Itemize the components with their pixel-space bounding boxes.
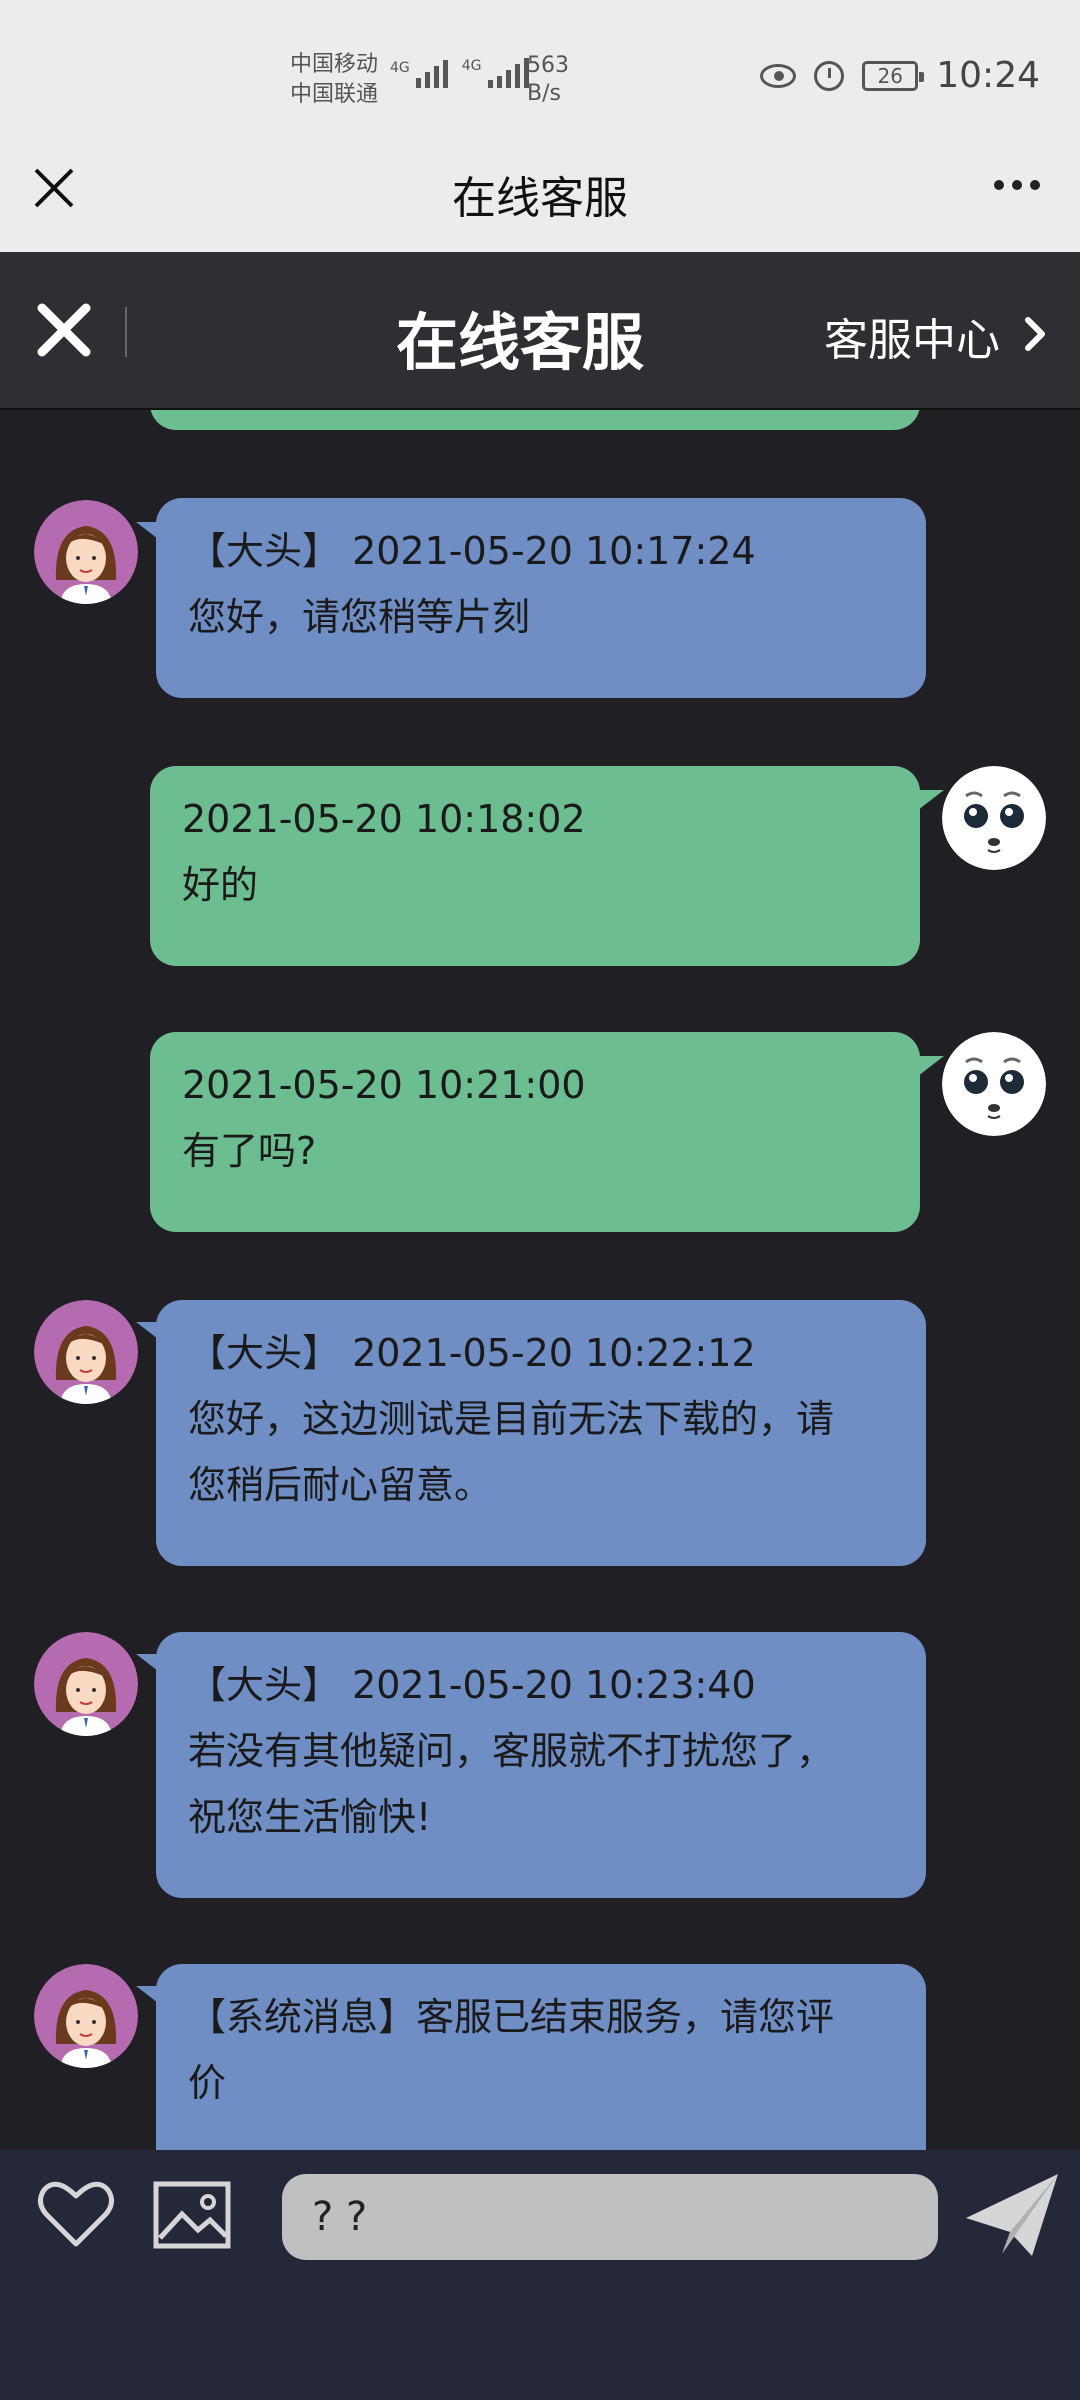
input-bar	[0, 2150, 1080, 2400]
title-bar: 在线客服	[0, 150, 1080, 252]
status-right: 26 10:24	[760, 55, 1040, 96]
message-bubble-previous	[150, 410, 920, 430]
message-header: 2021-05-20 10:21:00	[182, 1063, 586, 1107]
net-type-1: 4G	[390, 60, 410, 76]
bubble-tail	[918, 790, 944, 810]
agent-avatar	[34, 500, 138, 604]
message-input[interactable]	[282, 2174, 938, 2260]
heart-icon[interactable]	[36, 2178, 116, 2250]
carrier-info: 中国移动 中国联通	[290, 50, 378, 110]
bubble-tail	[918, 1056, 944, 1076]
message-text-line: 价	[188, 2061, 227, 2105]
message-text: 有了吗?	[182, 1129, 317, 1173]
chat-messages[interactable]: 【大头】 2021-05-20 10:17:24 您好，请您稍等片刻 2021-…	[0, 410, 1080, 2150]
agent-avatar	[34, 1300, 138, 1404]
send-icon[interactable]	[962, 2170, 1062, 2262]
page-title: 在线客服	[452, 173, 628, 224]
message-header: 【大头】 2021-05-20 10:23:40	[188, 1663, 756, 1707]
message-bubble-agent: 【大头】 2021-05-20 10:17:24 您好，请您稍等片刻	[156, 498, 926, 698]
agent-avatar	[34, 1632, 138, 1736]
user-avatar	[942, 1032, 1046, 1136]
system-message-bubble: 【系统消息】客服已结束服务，请您评 价	[156, 1964, 926, 2150]
message-header: 【大头】 2021-05-20 10:17:24	[188, 529, 756, 573]
speed-value: 563	[527, 53, 569, 78]
speed-unit: B/s	[527, 81, 561, 106]
message-text: 好的	[182, 863, 259, 907]
image-icon[interactable]	[152, 2180, 232, 2250]
message-header: 【大头】 2021-05-20 10:22:12	[188, 1331, 756, 1375]
message-text-line: 您稍后耐心留意。	[188, 1463, 493, 1507]
message-text-line: 若没有其他疑问，客服就不打扰您了，	[188, 1729, 835, 1773]
message-bubble-agent: 【大头】 2021-05-20 10:23:40 若没有其他疑问，客服就不打扰您…	[156, 1632, 926, 1898]
user-avatar	[942, 766, 1046, 870]
status-bar: 中国移动 中国联通 4G 4G 563 B/s 26 10:24	[0, 0, 1080, 150]
message-text-line: 【系统消息】客服已结束服务，请您评	[188, 1995, 835, 2039]
agent-avatar	[34, 1964, 138, 2068]
message-bubble-agent: 【大头】 2021-05-20 10:22:12 您好，这边测试是目前无法下载的…	[156, 1300, 926, 1566]
alarm-icon	[814, 60, 845, 91]
carrier-2: 中国联通	[290, 82, 379, 107]
battery-icon: 26	[862, 60, 925, 91]
message-text-line: 您好，这边测试是目前无法下载的，请	[188, 1397, 835, 1441]
more-options-icon[interactable]	[994, 180, 1040, 190]
eye-icon	[760, 63, 797, 88]
net-type-2: 4G	[461, 58, 482, 74]
carrier-1: 中国移动	[290, 52, 379, 77]
chevron-right-icon[interactable]	[1020, 314, 1050, 354]
signal-strength-icon: 4G	[390, 60, 448, 88]
clock-time: 10:24	[936, 55, 1040, 96]
screen: 中国移动 中国联通 4G 4G 563 B/s 26 10:24 在线客服 在线…	[0, 0, 1080, 2400]
signal-strength-icon-2: 4G	[462, 58, 529, 88]
message-bubble-user: 2021-05-20 10:21:00 有了吗?	[150, 1032, 920, 1232]
message-text-line: 祝您生活愉快!	[188, 1795, 432, 1839]
network-speed: 563 B/s	[527, 52, 569, 108]
chat-header: 在线客服 客服中心	[0, 252, 1080, 410]
signal-icons: 4G 4G	[390, 58, 529, 88]
message-header: 2021-05-20 10:18:02	[182, 797, 586, 841]
service-center-link[interactable]: 客服中心	[824, 304, 1000, 368]
message-text: 您好，请您稍等片刻	[188, 595, 531, 639]
message-bubble-user: 2021-05-20 10:18:02 好的	[150, 766, 920, 966]
